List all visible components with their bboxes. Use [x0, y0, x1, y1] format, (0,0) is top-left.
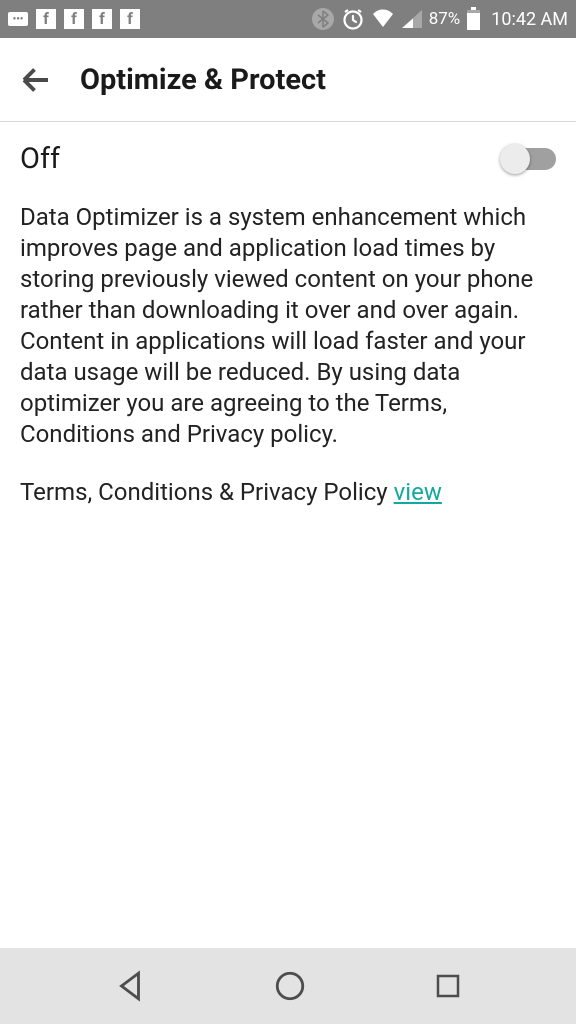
back-button[interactable] — [18, 62, 54, 98]
nav-back-icon — [113, 969, 147, 1003]
optimizer-switch[interactable] — [504, 148, 556, 170]
arrow-back-icon — [18, 62, 54, 98]
nav-recent-icon — [433, 971, 463, 1001]
terms-view-link[interactable]: view — [394, 478, 442, 506]
optimizer-toggle-row: Off — [20, 142, 556, 176]
more-notifications-icon: ••• — [8, 12, 28, 26]
cell-signal-icon — [401, 9, 423, 29]
bluetooth-icon — [311, 7, 335, 31]
alarm-icon — [341, 7, 365, 31]
app-bar: Optimize & Protect — [0, 38, 576, 122]
battery-percent: 87% — [429, 9, 461, 29]
status-right-icons: 87% 10:42 AM — [311, 7, 568, 31]
nav-home-button[interactable] — [273, 969, 307, 1003]
status-bar: ••• f f f f 87% 10 — [0, 0, 576, 38]
toggle-state-label: Off — [20, 142, 60, 176]
nav-recent-button[interactable] — [433, 971, 463, 1001]
nav-back-button[interactable] — [113, 969, 147, 1003]
facebook-icon: f — [36, 9, 56, 29]
optimizer-description: Data Optimizer is a system enhancement w… — [20, 202, 556, 450]
nav-home-icon — [273, 969, 307, 1003]
terms-label: Terms, Conditions & Privacy Policy — [20, 478, 388, 506]
system-nav-bar — [0, 948, 576, 1024]
status-left-icons: ••• f f f f — [8, 9, 140, 29]
facebook-icon: f — [120, 9, 140, 29]
page-title: Optimize & Protect — [80, 63, 326, 97]
battery-icon — [466, 7, 481, 31]
facebook-icon: f — [92, 9, 112, 29]
facebook-icon: f — [64, 9, 84, 29]
main-content: Off Data Optimizer is a system enhanceme… — [0, 122, 576, 506]
terms-row: Terms, Conditions & Privacy Policy view — [20, 478, 556, 506]
status-time: 10:42 AM — [491, 9, 568, 30]
wifi-icon — [371, 9, 395, 29]
switch-knob — [500, 144, 530, 174]
